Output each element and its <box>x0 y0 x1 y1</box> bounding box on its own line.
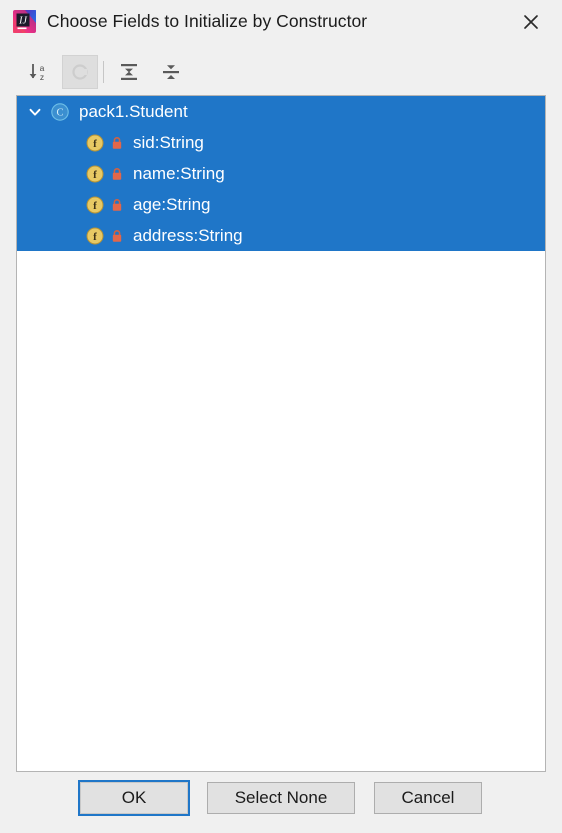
dialog-button-bar: OK Select None Cancel <box>0 780 562 833</box>
cancel-button[interactable]: Cancel <box>374 782 482 814</box>
ok-button[interactable]: OK <box>78 780 190 816</box>
lock-icon <box>110 195 124 215</box>
field-icon: f <box>85 133 105 153</box>
class-node-label: pack1.Student <box>79 101 188 121</box>
lock-icon <box>110 133 124 153</box>
field-icon: f <box>85 195 105 215</box>
svg-text:f: f <box>93 168 97 180</box>
svg-text:f: f <box>93 230 97 242</box>
svg-text:IJ: IJ <box>18 16 27 27</box>
fields-tree: C pack1.Student f sid:String f name:Stri… <box>17 96 545 251</box>
sort-alphabetically-button[interactable]: a z <box>20 55 56 89</box>
dialog-title: Choose Fields to Initialize by Construct… <box>47 11 368 31</box>
field-node-label: name:String <box>133 163 225 183</box>
expand-all-icon <box>121 64 137 80</box>
svg-text:C: C <box>56 107 63 118</box>
tree-row-field[interactable]: f age:String <box>17 189 545 220</box>
tree-row-class[interactable]: C pack1.Student <box>17 96 545 127</box>
sort-alphabetically-icon: a z <box>29 63 45 82</box>
collapse-all-button[interactable] <box>153 55 189 89</box>
field-icon: f <box>85 226 105 246</box>
field-node-label: sid:String <box>133 132 204 152</box>
tree-row-field[interactable]: f sid:String <box>17 127 545 158</box>
title-bar: IJ Choose Fields to Initialize by Constr… <box>0 0 562 46</box>
intellij-idea-logo-icon: IJ <box>12 9 37 34</box>
toolbar-separator <box>103 61 104 83</box>
collapse-all-icon <box>163 65 179 79</box>
svg-text:f: f <box>93 199 97 211</box>
select-none-button[interactable]: Select None <box>207 782 355 814</box>
close-icon[interactable] <box>516 7 546 37</box>
expand-all-button[interactable] <box>111 55 147 89</box>
tree-row-field[interactable]: f name:String <box>17 158 545 189</box>
field-node-label: address:String <box>133 225 243 245</box>
chevron-down-icon[interactable] <box>25 102 45 122</box>
lock-icon <box>110 164 124 184</box>
choose-fields-dialog: IJ Choose Fields to Initialize by Constr… <box>0 0 562 833</box>
group-by-class-button <box>62 55 98 89</box>
class-grouping-icon <box>72 64 88 80</box>
toolbar: a z <box>0 52 562 92</box>
svg-text:f: f <box>93 137 97 149</box>
field-icon: f <box>85 164 105 184</box>
svg-text:z: z <box>40 72 44 82</box>
class-icon: C <box>50 102 70 122</box>
field-node-label: age:String <box>133 194 211 214</box>
lock-icon <box>110 226 124 246</box>
fields-tree-panel[interactable]: C pack1.Student f sid:String f name:Stri… <box>16 95 546 772</box>
tree-row-field[interactable]: f address:String <box>17 220 545 251</box>
